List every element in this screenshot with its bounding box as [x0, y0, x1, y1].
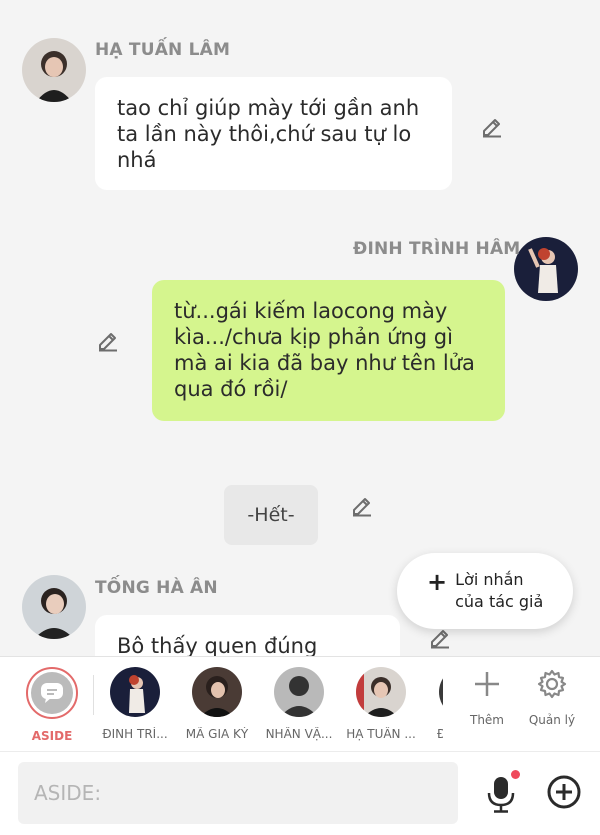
sender-name: ĐINH TRÌNH HÂM [353, 239, 521, 259]
edit-icon[interactable] [350, 494, 374, 518]
author-note-button[interactable]: + Lời nhắn của tác giả [397, 553, 573, 629]
manage-button[interactable]: Quản lý [522, 669, 582, 727]
character-aside[interactable]: ASIDE [12, 667, 92, 743]
character-label: ASIDE [31, 729, 73, 743]
avatar [110, 667, 160, 717]
character-item[interactable]: HẠ TUẤN ... [341, 667, 421, 741]
character-label: NHÂN VẬ... [265, 727, 333, 741]
edit-icon[interactable] [96, 329, 120, 353]
notification-dot [511, 770, 520, 779]
sender-name: TỐNG HÀ ÂN [95, 578, 218, 598]
gear-icon [537, 669, 567, 699]
avatar[interactable] [514, 237, 578, 301]
chat-bubble-icon [31, 672, 73, 714]
edit-icon[interactable] [428, 626, 452, 650]
divider [93, 675, 94, 715]
chat-area: HẠ TUẤN LÂM tao chỉ giúp mày tới gần anh… [0, 0, 600, 656]
plus-icon [475, 672, 499, 696]
add-button[interactable] [546, 774, 582, 810]
character-label: HẠ TUẤN ... [346, 727, 416, 741]
add-label: Thêm [469, 713, 504, 727]
character-item[interactable]: MÃ GIA KỲ [177, 667, 257, 741]
author-note-label: Lời nhắn của tác giả [455, 570, 544, 611]
character-item[interactable]: Đ [423, 667, 443, 741]
character-label: MÃ GIA KỲ [185, 727, 249, 741]
edit-icon[interactable] [480, 115, 504, 139]
message-bubble[interactable]: từ...gái kiếm laocong mày kìa.../chưa kị… [152, 280, 505, 421]
sender-name: HẠ TUẤN LÂM [95, 40, 231, 60]
message-bubble[interactable]: tao chỉ giúp mày tới gần anh ta lần này … [95, 77, 452, 190]
avatar[interactable] [22, 38, 86, 102]
avatar [274, 667, 324, 717]
message-bubble[interactable]: Bô thấy quen đúng không [95, 615, 400, 656]
microphone-button[interactable] [486, 770, 520, 814]
manage-label: Quản lý [528, 713, 576, 727]
plus-icon: + [427, 568, 448, 596]
character-label: ĐINH TRÌ... [102, 727, 168, 741]
end-marker[interactable]: -Hết- [224, 485, 318, 545]
avatar[interactable] [22, 575, 86, 639]
character-bar: ASIDE ĐINH TRÌ... MÃ GIA KỲ NHÂN VẬ... H… [0, 656, 600, 751]
character-label: Đ [437, 727, 443, 741]
input-bar [0, 751, 600, 835]
character-item[interactable]: NHÂN VẬ... [259, 667, 339, 741]
avatar [192, 667, 242, 717]
avatar [356, 667, 406, 717]
add-character-button[interactable]: Thêm [457, 669, 517, 727]
microphone-icon [487, 777, 515, 813]
plus-circle-icon [547, 775, 581, 809]
message-input[interactable] [18, 762, 458, 824]
character-item[interactable]: ĐINH TRÌ... [95, 667, 175, 741]
avatar [439, 667, 443, 717]
